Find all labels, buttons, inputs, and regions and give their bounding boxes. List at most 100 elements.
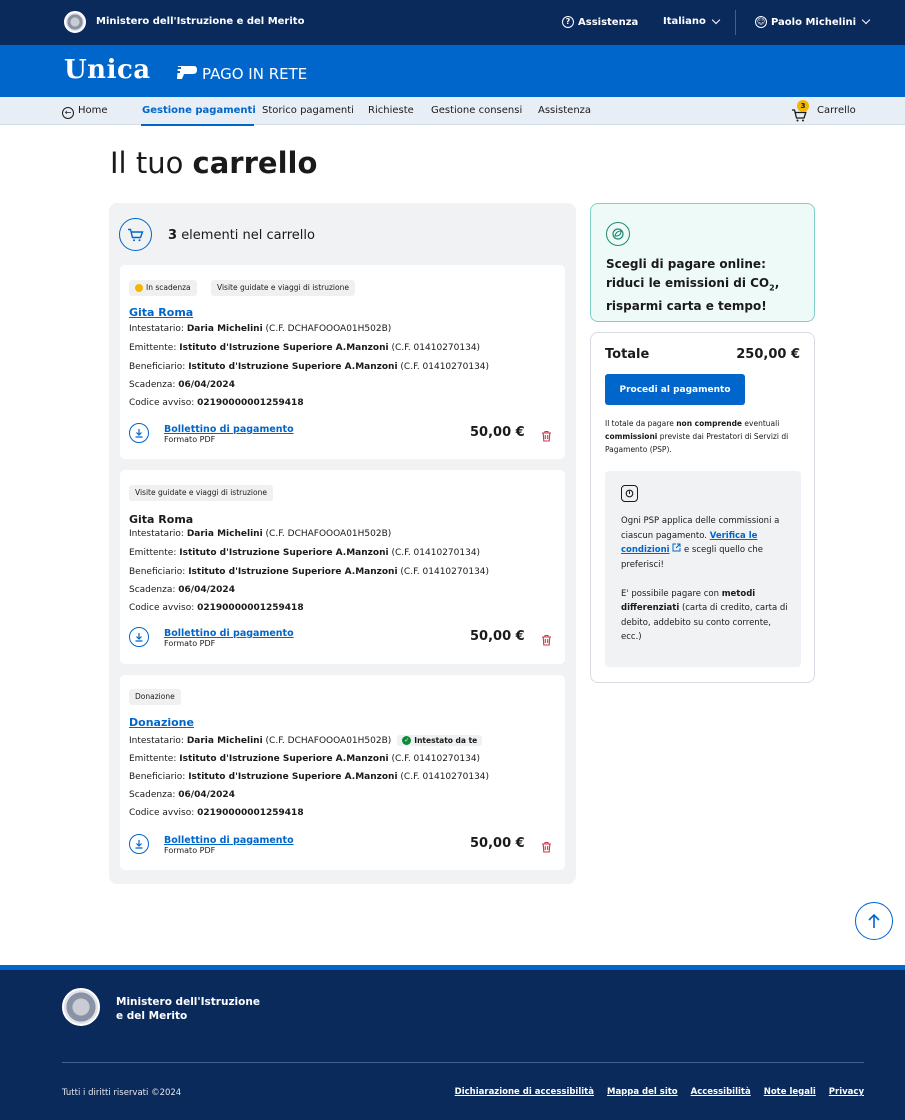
item-title-link[interactable]: Gita Roma bbox=[129, 306, 193, 319]
total-value: 250,00 € bbox=[736, 347, 800, 362]
item-amount: 50,00 € bbox=[470, 836, 525, 851]
eco-message: Scegli di pagare online: riduci le emiss… bbox=[606, 257, 780, 314]
intestatario-line: Intestatario: Daria Michelini (C.F. DCHA… bbox=[129, 735, 483, 746]
download-format: Formato PDF bbox=[164, 846, 216, 855]
cart-item: In scadenza Visite guidate e viaggi di i… bbox=[120, 265, 565, 459]
trash-icon[interactable] bbox=[541, 838, 552, 853]
nav-storico-pagamenti[interactable]: Storico pagamenti bbox=[262, 105, 354, 116]
download-format: Formato PDF bbox=[164, 639, 216, 648]
footer-link-note-legali[interactable]: Note legali bbox=[764, 1087, 816, 1097]
emblem-icon bbox=[64, 11, 86, 33]
intestatario-line: Intestatario: Daria Michelini (C.F. DCHA… bbox=[129, 324, 392, 334]
emittente-line: Emittente: Istituto d'Istruzione Superio… bbox=[129, 343, 481, 353]
help-icon: ? bbox=[562, 16, 574, 28]
nav-richieste[interactable]: Richieste bbox=[368, 105, 414, 116]
trash-icon[interactable] bbox=[541, 427, 552, 442]
nav-gestione-consensi[interactable]: Gestione consensi bbox=[431, 105, 522, 116]
footer-links: Dichiarazione di accessibilità Mappa del… bbox=[455, 1087, 864, 1097]
download-icon[interactable] bbox=[129, 423, 149, 443]
nav-assistenza[interactable]: Assistenza bbox=[538, 105, 591, 116]
eco-leaf-icon bbox=[606, 222, 630, 246]
item-amount: 50,00 € bbox=[470, 425, 525, 440]
scroll-to-top-button[interactable] bbox=[855, 902, 893, 940]
footer-divider bbox=[62, 1062, 864, 1063]
trash-icon[interactable] bbox=[541, 631, 552, 646]
category-chip: Visite guidate e viaggi di istruzione bbox=[129, 485, 273, 501]
nav-home[interactable]: ← Home bbox=[62, 105, 108, 119]
cart-item: Visite guidate e viaggi di istruzione Gi… bbox=[120, 470, 565, 664]
download-icon[interactable] bbox=[129, 627, 149, 647]
assistance-label: Assistenza bbox=[578, 16, 639, 28]
footer-ministry-name: Ministero dell'Istruzione e del Merito bbox=[116, 996, 260, 1022]
proceed-payment-button[interactable]: Procedi al pagamento bbox=[605, 374, 745, 405]
download-bollettino-link[interactable]: Bollettino di pagamento bbox=[164, 835, 294, 846]
language-select[interactable]: Italiano bbox=[663, 15, 721, 27]
category-chip: Donazione bbox=[129, 689, 181, 705]
commission-note: Il totale da pagare non comprende eventu… bbox=[605, 419, 789, 454]
codice-avviso-line: Codice avviso: 02190000001259418 bbox=[129, 603, 304, 613]
eco-info-card: Scegli di pagare online: riduci le emiss… bbox=[590, 203, 815, 322]
assistance-link[interactable]: ? Assistenza bbox=[562, 16, 638, 28]
category-chip: Visite guidate e viaggi di istruzione bbox=[211, 280, 355, 296]
service-name: PAGO IN RETE bbox=[202, 64, 308, 83]
scadenza-line: Scadenza: 06/04/2024 bbox=[129, 585, 235, 595]
cart-item: Donazione Donazione Intestatario: Daria … bbox=[120, 675, 565, 870]
footer-link-accessibilita[interactable]: Accessibilità bbox=[691, 1087, 751, 1097]
footer-link-privacy[interactable]: Privacy bbox=[829, 1087, 864, 1097]
user-icon: ☺ bbox=[755, 16, 767, 28]
codice-avviso-line: Codice avviso: 02190000001259418 bbox=[129, 808, 304, 818]
unica-logo[interactable]: Unica bbox=[64, 55, 151, 85]
scadenza-line: Scadenza: 06/04/2024 bbox=[129, 790, 235, 800]
item-amount: 50,00 € bbox=[470, 629, 525, 644]
back-arrow-icon: ← bbox=[62, 106, 74, 119]
item-title-link[interactable]: Donazione bbox=[129, 716, 194, 729]
language-label: Italiano bbox=[663, 16, 706, 27]
ministry-name[interactable]: Ministero dell'Istruzione e del Merito bbox=[96, 16, 304, 27]
check-icon: ✓ bbox=[402, 736, 412, 745]
brand-header: Unica PAGO IN RETE bbox=[0, 45, 905, 97]
psp-info-text: Ogni PSP applica delle commissioni a cia… bbox=[621, 516, 788, 642]
cart-count: 3 elementi nel carrello bbox=[168, 228, 315, 243]
main-nav: ← Home Gestione pagamenti Storico pagamen… bbox=[0, 97, 905, 125]
download-icon[interactable] bbox=[129, 834, 149, 854]
intestato-badge: ✓ Intestato da te bbox=[397, 735, 483, 746]
codice-avviso-line: Codice avviso: 02190000001259418 bbox=[129, 398, 304, 408]
footer-link-mappa[interactable]: Mappa del sito bbox=[607, 1087, 678, 1097]
nav-active-indicator bbox=[141, 124, 254, 126]
pago-in-rete-logo[interactable]: PAGO IN RETE bbox=[176, 63, 307, 84]
footer-link-dichiarazione[interactable]: Dichiarazione di accessibilità bbox=[455, 1087, 594, 1097]
arrow-up-icon bbox=[868, 913, 880, 928]
total-label: Totale bbox=[605, 347, 650, 362]
status-chip-due: In scadenza bbox=[129, 280, 197, 296]
intestatario-line: Intestatario: Daria Michelini (C.F. DCHA… bbox=[129, 529, 392, 539]
psp-info-box: Ogni PSP applica delle commissioni a cia… bbox=[605, 471, 801, 667]
user-name: Paolo Michelini bbox=[771, 16, 857, 28]
info-icon bbox=[621, 485, 638, 502]
beneficiario-line: Beneficiario: Istituto d'Istruzione Supe… bbox=[129, 772, 490, 782]
chevron-down-icon bbox=[711, 15, 721, 24]
beneficiario-line: Beneficiario: Istituto d'Istruzione Supe… bbox=[129, 362, 490, 372]
user-menu[interactable]: ☺ Paolo Michelini bbox=[755, 15, 871, 28]
total-summary-card: Totale 250,00 € Procedi al pagamento Il … bbox=[590, 332, 815, 683]
emittente-line: Emittente: Istituto d'Istruzione Superio… bbox=[129, 754, 481, 764]
cart-badge: 3 bbox=[797, 100, 809, 112]
external-link-icon bbox=[672, 543, 681, 555]
page-title: Il tuo carrello bbox=[110, 146, 318, 180]
download-bollettino-link[interactable]: Bollettino di pagamento bbox=[164, 424, 294, 435]
item-title: Gita Roma bbox=[129, 513, 194, 526]
nav-home-label: Home bbox=[78, 105, 108, 116]
emittente-line: Emittente: Istituto d'Istruzione Superio… bbox=[129, 548, 481, 558]
footer: Ministero dell'Istruzione e del Merito Tu… bbox=[0, 965, 905, 1120]
emblem-icon bbox=[62, 988, 100, 1026]
warning-dot-icon bbox=[135, 284, 143, 292]
pago-logo-icon bbox=[176, 63, 198, 84]
topbar-divider bbox=[735, 10, 736, 35]
nav-gestione-pagamenti[interactable]: Gestione pagamenti bbox=[142, 105, 256, 116]
cart-icon bbox=[119, 218, 152, 251]
download-format: Formato PDF bbox=[164, 435, 216, 444]
download-bollettino-link[interactable]: Bollettino di pagamento bbox=[164, 628, 294, 639]
chevron-down-icon bbox=[861, 15, 871, 25]
footer-rights: Tutti i diritti riservati ©2024 bbox=[62, 1088, 182, 1098]
ministry-topbar: Ministero dell'Istruzione e del Merito ?… bbox=[0, 0, 905, 45]
cart-nav-label[interactable]: Carrello bbox=[817, 105, 856, 116]
